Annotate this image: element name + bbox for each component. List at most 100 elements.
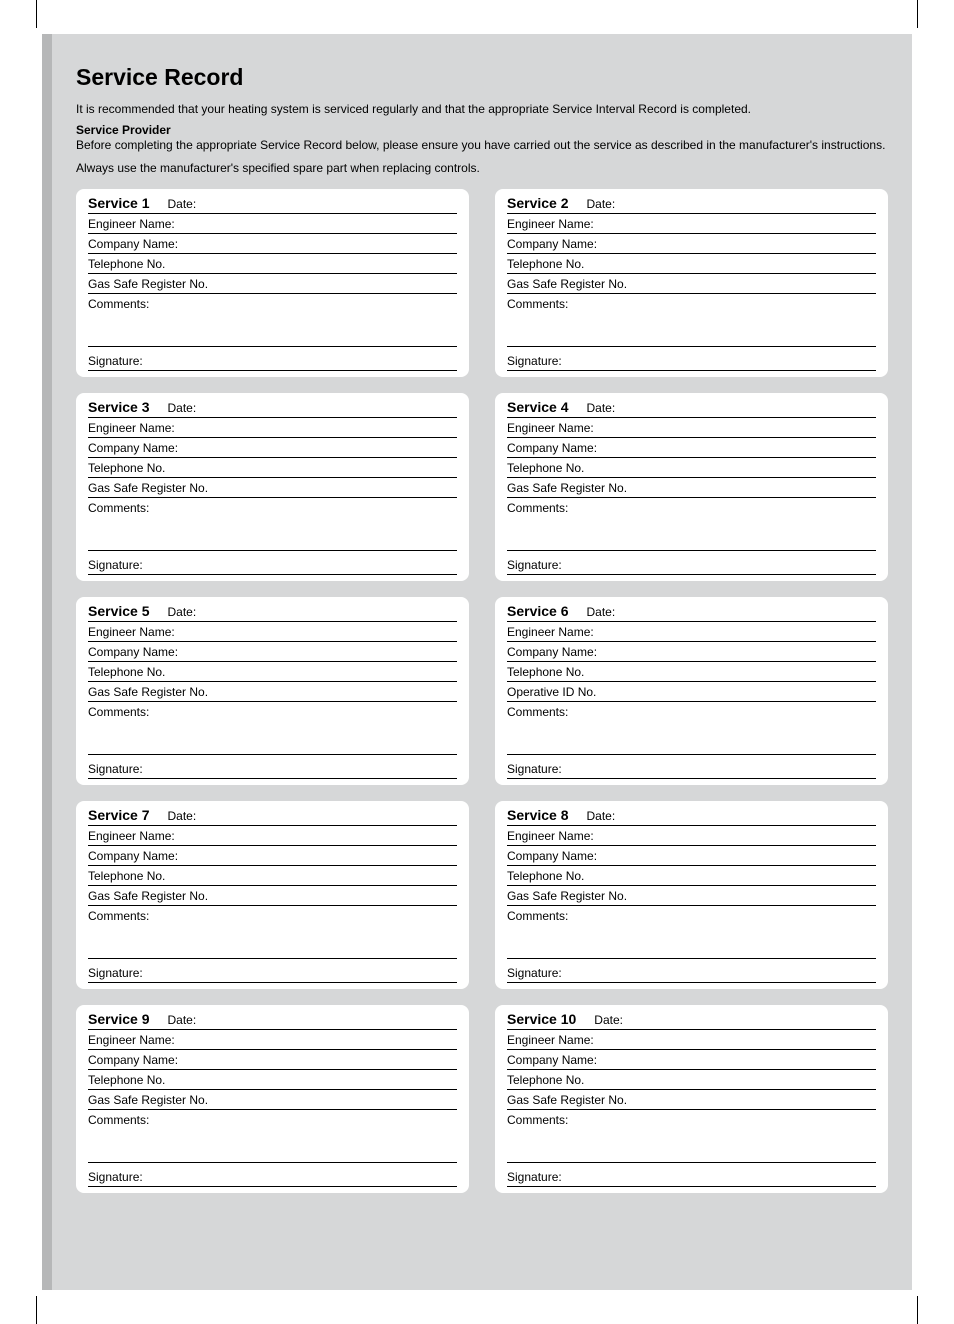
comments-field[interactable]: Comments: <box>88 498 457 551</box>
comments-field[interactable]: Comments: <box>507 1110 876 1163</box>
company-name-field[interactable]: Company Name: <box>88 234 457 254</box>
date-label: Date: <box>587 605 616 619</box>
date-label: Date: <box>587 401 616 415</box>
register-no-field[interactable]: Operative ID No. <box>507 682 876 702</box>
signature-field[interactable]: Signature: <box>507 347 876 371</box>
company-name-field[interactable]: Company Name: <box>507 1050 876 1070</box>
signature-field[interactable]: Signature: <box>88 1163 457 1187</box>
date-label: Date: <box>594 1013 623 1027</box>
service-number-title: Service 8 <box>507 807 569 823</box>
company-name-field[interactable]: Company Name: <box>88 438 457 458</box>
service-card: Service 8Date:Engineer Name:Company Name… <box>495 801 888 989</box>
telephone-field[interactable]: Telephone No. <box>507 866 876 886</box>
date-label: Date: <box>168 605 197 619</box>
comments-field[interactable]: Comments: <box>507 702 876 755</box>
register-no-field[interactable]: Gas Safe Register No. <box>88 682 457 702</box>
telephone-field[interactable]: Telephone No. <box>88 1070 457 1090</box>
telephone-field[interactable]: Telephone No. <box>507 1070 876 1090</box>
service-card: Service 9Date:Engineer Name:Company Name… <box>76 1005 469 1193</box>
service-grid: Service 1Date:Engineer Name:Company Name… <box>76 189 888 1193</box>
service-card: Service 3 Date: Engineer Name:Company Name… <box>76 393 469 581</box>
service-number-title: Service 6 <box>507 603 569 619</box>
signature-field[interactable]: Signature: <box>507 551 876 575</box>
comments-field[interactable]: Comments: <box>507 906 876 959</box>
page-container: Service Record It is recommended that yo… <box>42 34 912 1290</box>
company-name-field[interactable]: Company Name: <box>88 642 457 662</box>
signature-field[interactable]: Signature: <box>88 347 457 371</box>
register-no-field[interactable]: Gas Safe Register No. <box>507 274 876 294</box>
spare-part-note: Always use the manufacturer's specified … <box>76 161 888 175</box>
telephone-field[interactable]: Telephone No. <box>88 254 457 274</box>
register-no-field[interactable]: Gas Safe Register No. <box>507 1090 876 1110</box>
company-name-field[interactable]: Company Name: <box>507 642 876 662</box>
service-number-title: Service 7 <box>88 807 150 823</box>
service-provider-heading: Service Provider <box>76 123 888 137</box>
register-no-field[interactable]: Gas Safe Register No. <box>88 886 457 906</box>
comments-label: Comments: <box>507 1110 876 1127</box>
engineer-name-field[interactable]: Engineer Name: <box>88 622 457 642</box>
register-no-field[interactable]: Gas Safe Register No. <box>88 478 457 498</box>
service-number-title: Service 2 <box>507 195 569 211</box>
service-number-title: Service 1 <box>88 195 150 211</box>
engineer-name-field[interactable]: Engineer Name: <box>507 1030 876 1050</box>
date-label: Date: <box>168 809 197 823</box>
engineer-name-field[interactable]: Engineer Name: <box>507 622 876 642</box>
register-no-field[interactable]: Gas Safe Register No. <box>507 478 876 498</box>
date-label: Date: <box>168 1013 197 1027</box>
signature-field[interactable]: Signature: <box>88 959 457 983</box>
service-provider-text: Before completing the appropriate Servic… <box>76 137 888 153</box>
comments-field[interactable]: Comments: <box>88 702 457 755</box>
comments-field[interactable]: Comments: <box>507 498 876 551</box>
register-no-field[interactable]: Gas Safe Register No. <box>88 274 457 294</box>
service-card: Service 5 Date: Engineer Name:Company Name… <box>76 597 469 785</box>
service-card: Service 7 Date: Engineer Name:Company Name… <box>76 801 469 989</box>
comments-field[interactable]: Comments: <box>88 1110 457 1163</box>
engineer-name-field[interactable]: Engineer Name: <box>507 214 876 234</box>
company-name-field[interactable]: Company Name: <box>507 234 876 254</box>
date-label: Date: <box>168 401 197 415</box>
engineer-name-field[interactable]: Engineer Name: <box>88 214 457 234</box>
engineer-name-field[interactable]: Engineer Name: <box>507 826 876 846</box>
comments-label: Comments: <box>88 498 457 515</box>
company-name-field[interactable]: Company Name: <box>88 1050 457 1070</box>
signature-field[interactable]: Signature: <box>88 755 457 779</box>
comments-label: Comments: <box>88 906 457 923</box>
comments-label: Comments: <box>507 498 876 515</box>
date-label: Date: <box>168 197 197 211</box>
telephone-field[interactable]: Telephone No. <box>88 866 457 886</box>
service-card: Service 4 Date: Engineer Name:Company Name… <box>495 393 888 581</box>
company-name-field[interactable]: Company Name: <box>507 438 876 458</box>
comments-label: Comments: <box>88 1110 457 1127</box>
comments-field[interactable]: Comments: <box>88 906 457 959</box>
comments-label: Comments: <box>507 294 876 311</box>
telephone-field[interactable]: Telephone No. <box>507 662 876 682</box>
signature-field[interactable]: Signature: <box>507 1163 876 1187</box>
signature-field[interactable]: Signature: <box>88 551 457 575</box>
engineer-name-field[interactable]: Engineer Name: <box>88 1030 457 1050</box>
comments-field[interactable]: Comments: <box>507 294 876 347</box>
telephone-field[interactable]: Telephone No. <box>88 662 457 682</box>
company-name-field[interactable]: Company Name: <box>507 846 876 866</box>
engineer-name-field[interactable]: Engineer Name: <box>88 826 457 846</box>
service-number-title: Service 5 <box>88 603 150 619</box>
telephone-field[interactable]: Telephone No. <box>507 254 876 274</box>
service-card: Service 1 Date: Engineer Name:Company Name… <box>76 189 469 377</box>
signature-field[interactable]: Signature: <box>507 755 876 779</box>
service-number-title: Service 3 <box>88 399 150 415</box>
service-card: Service 10Date:Engineer Name:Company Nam… <box>495 1005 888 1193</box>
telephone-field[interactable]: Telephone No. <box>507 458 876 478</box>
engineer-name-field[interactable]: Engineer Name: <box>507 418 876 438</box>
telephone-field[interactable]: Telephone No. <box>88 458 457 478</box>
comments-field[interactable]: Comments: <box>88 294 457 347</box>
signature-field[interactable]: Signature: <box>507 959 876 983</box>
comments-label: Comments: <box>507 702 876 719</box>
crop-mark <box>36 1296 37 1324</box>
service-number-title: Service 4 <box>507 399 569 415</box>
company-name-field[interactable]: Company Name: <box>88 846 457 866</box>
register-no-field[interactable]: Gas Safe Register No. <box>88 1090 457 1110</box>
register-no-field[interactable]: Gas Safe Register No. <box>507 886 876 906</box>
comments-label: Comments: <box>507 906 876 923</box>
intro-text: It is recommended that your heating syst… <box>76 101 888 117</box>
engineer-name-field[interactable]: Engineer Name: <box>88 418 457 438</box>
comments-label: Comments: <box>88 702 457 719</box>
